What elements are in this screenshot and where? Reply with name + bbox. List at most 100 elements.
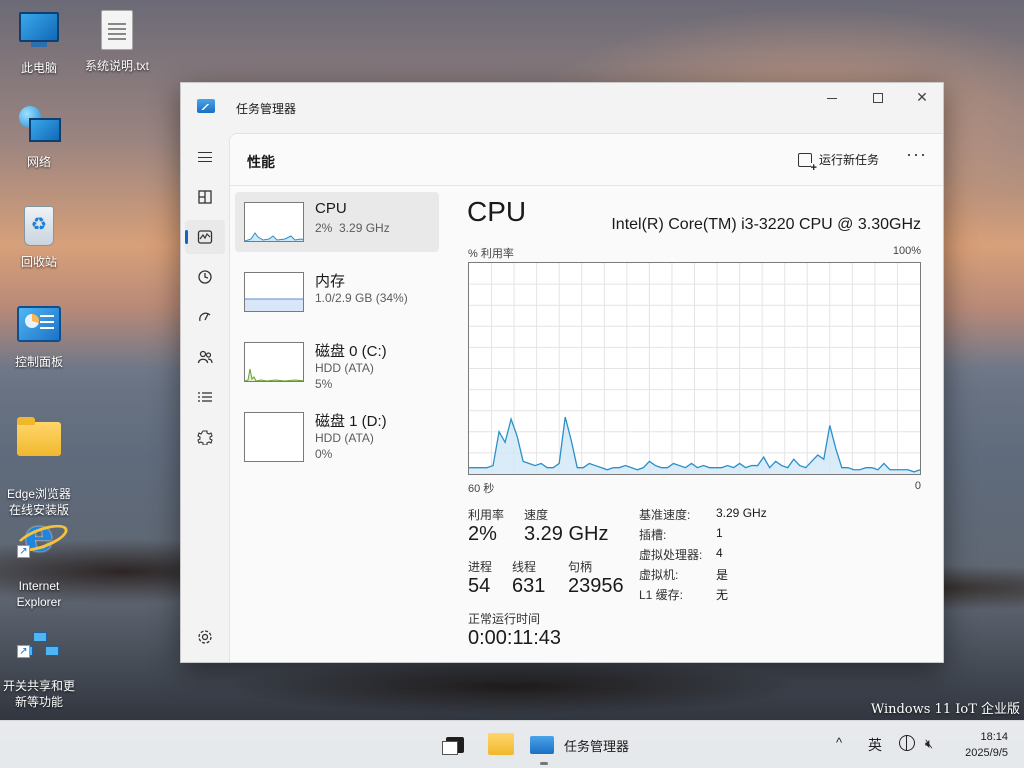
minimize-icon [827, 97, 837, 99]
y-axis-max-label: 100% [892, 245, 921, 257]
desktop-icon-recycle-bin[interactable]: 回收站 [0, 204, 78, 270]
desktop-icon-label: 系统说明.txt [84, 59, 149, 73]
disk-1-mini-graph [244, 412, 304, 462]
performance-page: 性能 运行新任务 ··· CPU 2% 3.29 GHz 内存 1.0/2.9 [229, 133, 943, 662]
nav-settings[interactable] [185, 620, 225, 654]
util-value: 2% [468, 523, 497, 545]
more-options-button[interactable]: ··· [906, 144, 927, 165]
desktop-icon-control-panel[interactable]: 控制面板 [0, 302, 78, 370]
base-speed-value: 3.29 GHz [716, 506, 767, 520]
desktop-icon-this-pc[interactable]: 此电脑 [0, 8, 78, 76]
l1-cache-value: 无 [716, 588, 729, 602]
startup-icon [199, 312, 211, 322]
volume-muted-icon[interactable]: 🔇︎ [925, 736, 933, 752]
file-explorer-button[interactable] [488, 733, 514, 755]
system-clock[interactable]: 18:14 2025/9/5 [965, 729, 1008, 761]
memory-mini-graph [244, 272, 304, 312]
nav-app-history[interactable] [185, 260, 225, 294]
resource-list: CPU 2% 3.29 GHz 内存 1.0/2.9 GB (34%) 磁盘 0… [235, 192, 439, 472]
hamburger-icon [198, 152, 212, 162]
l1-cache-label: L1 缓存: [639, 588, 684, 602]
threads-label: 线程 [512, 560, 537, 574]
network-icon[interactable] [899, 735, 915, 751]
text-file-icon [95, 10, 139, 54]
desktop-icon-label: 控制面板 [14, 355, 63, 369]
desktop-icon-label: 网络 [26, 155, 51, 169]
clock-time: 18:14 [980, 731, 1008, 743]
run-new-task-button[interactable]: 运行新任务 [797, 151, 879, 173]
running-indicator [540, 762, 548, 765]
run-new-task-label: 运行新任务 [818, 153, 879, 167]
resource-type: HDD (ATA) [315, 431, 374, 445]
minimize-button[interactable] [809, 83, 855, 113]
nav-processes[interactable] [185, 180, 225, 214]
os-edition-watermark: Windows 11 IoT 企业版 [870, 702, 1020, 717]
uptime-label: 正常运行时间 [468, 612, 541, 626]
virtual-machine-value: 是 [716, 568, 729, 582]
handles-value: 23956 [568, 575, 624, 597]
new-task-icon [797, 152, 817, 173]
desktop-icon-sharing-settings[interactable]: ↗ 开关共享和更 新等功能 [0, 598, 78, 726]
virtual-processors-value: 4 [716, 546, 723, 560]
nav-users[interactable] [185, 340, 225, 374]
uptime-value: 0:00:11:43 [468, 627, 562, 649]
task-manager-icon [530, 736, 554, 754]
detail-title: CPU [467, 196, 527, 227]
title-bar[interactable]: 任务管理器 ✕ [181, 83, 943, 133]
desktop-icon-readme[interactable]: 系统说明.txt [78, 8, 156, 74]
resource-item-memory[interactable]: 内存 1.0/2.9 GB (34%) [235, 262, 439, 322]
nav-performance[interactable] [185, 220, 225, 254]
x-axis-zero-label: 0 [914, 480, 921, 492]
maximize-button[interactable] [855, 83, 901, 113]
disk-0-mini-graph [244, 342, 304, 382]
task-manager-window: 任务管理器 ✕ 性能 + 运行新任务 ··· CPU 2% 3.29 GHz 内… [180, 82, 944, 663]
taskbar: 任务管理器 ^ 英 🔇︎ 18:14 2025/9/5 [0, 720, 1024, 768]
shortcut-arrow-icon: ↗ [17, 545, 30, 558]
resource-type: HDD (ATA) [315, 361, 374, 375]
handles-label: 句柄 [568, 560, 593, 574]
util-label: 利用率 [468, 508, 505, 522]
page-header: 性能 运行新任务 ··· [230, 134, 943, 186]
page-title: 性能 [247, 154, 275, 170]
resource-name: 磁盘 0 (C:) [315, 343, 387, 360]
cpu-detail-panel: CPU Intel(R) Core(TM) i3-3220 CPU @ 3.30… [467, 192, 943, 662]
show-hidden-icons-button[interactable]: ^ [836, 735, 842, 750]
desktop-icon-network[interactable]: 网络 [0, 106, 78, 170]
desktop-icon-label: 此电脑 [20, 61, 57, 75]
speed-label: 速度 [524, 508, 549, 522]
task-view-button[interactable] [442, 733, 468, 757]
resource-item-cpu[interactable]: CPU 2% 3.29 GHz [235, 192, 439, 252]
clock-date: 2025/9/5 [965, 747, 1008, 759]
cpu-mini-graph [244, 202, 304, 242]
resource-name: CPU [315, 200, 347, 217]
resource-item-disk-1[interactable]: 磁盘 1 (D:) HDD (ATA) 0% [235, 402, 439, 462]
processes-icon [198, 190, 212, 204]
speed-value: 3.29 GHz [524, 523, 609, 545]
input-method-indicator[interactable]: 英 [868, 735, 882, 755]
virtual-machine-label: 虚拟机: [639, 568, 679, 582]
resource-item-disk-0[interactable]: 磁盘 0 (C:) HDD (ATA) 5% [235, 332, 439, 392]
performance-icon [197, 230, 213, 244]
sockets-value: 1 [716, 526, 723, 540]
nav-startup[interactable] [185, 300, 225, 334]
shortcut-arrow-icon: ↗ [17, 645, 30, 658]
processes-value: 54 [468, 575, 491, 597]
resource-name: 磁盘 1 (D:) [315, 413, 387, 430]
taskbar-app-label: 任务管理器 [564, 738, 630, 754]
settings-icon [198, 630, 212, 644]
nav-details[interactable] [185, 380, 225, 414]
start-button[interactable] [400, 733, 424, 757]
nav-services[interactable] [185, 420, 225, 454]
taskbar-task-manager[interactable]: 任务管理器 [530, 729, 640, 761]
nav-menu-button[interactable] [185, 140, 225, 174]
internet-explorer-icon: e ↗ [17, 512, 61, 558]
control-panel-icon [17, 306, 61, 350]
sockets-label: 插槽: [639, 528, 667, 542]
resource-summary: 2% 3.29 GHz [315, 221, 390, 235]
details-icon [198, 392, 212, 402]
close-button[interactable]: ✕ [899, 83, 945, 113]
resource-name: 内存 [315, 273, 346, 290]
cpu-usage-chart [469, 263, 921, 474]
nav-rail [181, 133, 229, 662]
desktop-icon-label: 回收站 [20, 255, 57, 269]
